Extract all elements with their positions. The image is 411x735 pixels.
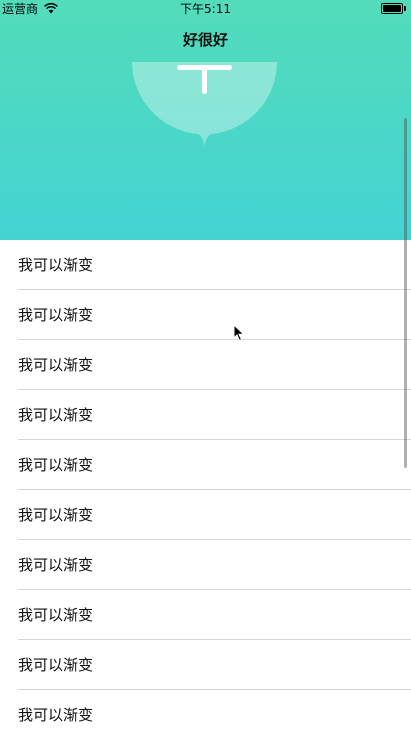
battery-icon [381, 3, 403, 14]
screen: 运营商 下午5:11 好很好 我可以渐变 我可以渐变 我可以渐变 我可以渐变 我… [0, 0, 411, 735]
battery-tip [404, 6, 406, 11]
status-bar: 运营商 下午5:11 [0, 0, 411, 18]
list-item[interactable]: 我可以渐变 [0, 590, 411, 640]
scroll-indicator[interactable] [404, 118, 407, 468]
list-item-label: 我可以渐变 [18, 556, 94, 574]
list-item-label: 我可以渐变 [18, 506, 94, 524]
table-view[interactable]: 我可以渐变 我可以渐变 我可以渐变 我可以渐变 我可以渐变 我可以渐变 我可以渐… [0, 240, 411, 735]
list-item[interactable]: 我可以渐变 [0, 690, 411, 735]
list-item-label: 我可以渐变 [18, 456, 94, 474]
list-item[interactable]: 我可以渐变 [0, 640, 411, 690]
list-item[interactable]: 我可以渐变 [0, 540, 411, 590]
list-item-label: 我可以渐变 [18, 406, 94, 424]
list-item-label: 我可以渐变 [18, 656, 94, 674]
pull-handle-icon [132, 62, 277, 146]
list-item[interactable]: 我可以渐变 [0, 390, 411, 440]
list-item[interactable]: 我可以渐变 [0, 340, 411, 390]
gradient-header: 运营商 下午5:11 好很好 [0, 0, 411, 240]
list-item-label: 我可以渐变 [18, 306, 94, 324]
list-item-label: 我可以渐变 [18, 356, 94, 374]
list-item-label: 我可以渐变 [18, 606, 94, 624]
list-item[interactable]: 我可以渐变 [0, 240, 411, 290]
list-item-label: 我可以渐变 [18, 256, 94, 274]
list-item[interactable]: 我可以渐变 [0, 440, 411, 490]
list-item-label: 我可以渐变 [18, 706, 94, 724]
nav-title: 好很好 [182, 31, 228, 49]
list-item[interactable]: 我可以渐变 [0, 490, 411, 540]
status-time: 下午5:11 [180, 2, 231, 16]
mouse-cursor-icon [233, 324, 245, 342]
list-item[interactable]: 我可以渐变 [0, 290, 411, 340]
